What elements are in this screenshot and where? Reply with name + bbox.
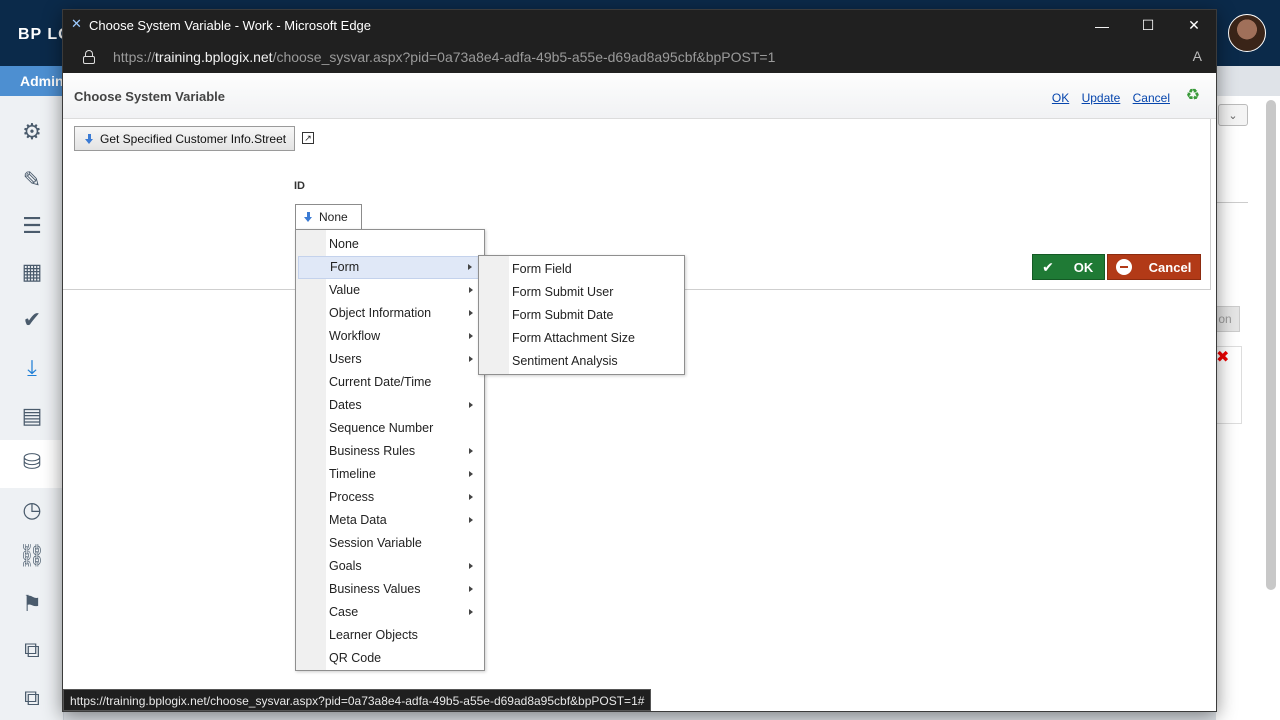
page-scrollbar[interactable] (1266, 100, 1276, 590)
dashboard-icon[interactable]: ◷ (14, 492, 50, 528)
open-external-icon[interactable]: ↗ (302, 132, 314, 144)
ok-link[interactable]: OK (1052, 91, 1069, 105)
submenu-item-form-submit-user[interactable]: Form Submit User (479, 281, 684, 304)
menu-item-process[interactable]: Process (296, 486, 484, 509)
menu-item-object-information[interactable]: Object Information (296, 302, 484, 325)
submenu-arrow-icon (469, 356, 473, 362)
refresh-icon[interactable]: ♻ (1186, 85, 1200, 105)
menu-item-qr-code[interactable]: QR Code (296, 647, 484, 670)
dialog-header: Choose System Variable OK Update Cancel … (63, 73, 1216, 119)
menu-item-sequence-number[interactable]: Sequence Number (296, 417, 484, 440)
url-text[interactable]: https://training.bplogix.net/choose_sysv… (113, 49, 775, 65)
down-arrow-icon (85, 133, 94, 144)
submenu-arrow-icon (469, 448, 473, 454)
window-title: Choose System Variable - Work - Microsof… (89, 18, 372, 33)
edge-popup-window: ✕ Choose System Variable - Work - Micros… (62, 9, 1217, 712)
system-variable-menu: None Form Value Object Information Workf… (295, 229, 485, 671)
menu-item-none[interactable]: None (296, 233, 484, 256)
update-link[interactable]: Update (1082, 91, 1121, 105)
id-dropdown-value: None (319, 210, 348, 224)
id-label: ID (294, 180, 305, 192)
submenu-arrow-icon (469, 310, 473, 316)
admin-tab-label: Admin (20, 73, 64, 89)
submenu-arrow-icon (469, 287, 473, 293)
import-icon[interactable]: ⤓ (14, 350, 50, 386)
menu-item-session-variable[interactable]: Session Variable (296, 532, 484, 555)
submenu-arrow-icon (469, 563, 473, 569)
submenu-arrow-icon (469, 586, 473, 592)
close-button[interactable]: ✕ (1171, 10, 1217, 41)
cancel-button-label: Cancel (1148, 259, 1192, 275)
menu-item-users[interactable]: Users (296, 348, 484, 371)
submenu-arrow-icon (469, 402, 473, 408)
id-dropdown-button[interactable]: None (295, 204, 362, 229)
cancel-link[interactable]: Cancel (1133, 91, 1170, 105)
menu-item-goals[interactable]: Goals (296, 555, 484, 578)
menu-item-workflow[interactable]: Workflow (296, 325, 484, 348)
url-path: /choose_sysvar.aspx?pid=0a73a8e4-adfa-49… (272, 49, 776, 65)
submenu-item-form-attachment-size[interactable]: Form Attachment Size (479, 327, 684, 350)
table-icon[interactable]: ▦ (14, 254, 50, 290)
read-aloud-icon[interactable]: A (1193, 48, 1202, 64)
background-divider (1216, 202, 1248, 203)
link-icon[interactable]: ⛓ (14, 538, 50, 574)
window-titlebar: ✕ Choose System Variable - Work - Micros… (63, 10, 1216, 41)
down-arrow-icon (304, 212, 313, 222)
menu-item-business-values[interactable]: Business Values (296, 578, 484, 601)
submenu-arrow-icon (469, 517, 473, 523)
menu-item-meta-data[interactable]: Meta Data (296, 509, 484, 532)
submenu-arrow-icon (469, 494, 473, 500)
url-host: training.bplogix.net (155, 49, 273, 65)
delete-icon[interactable]: ✖ (1216, 347, 1229, 367)
submenu-arrow-icon (469, 471, 473, 477)
menu-item-value[interactable]: Value (296, 279, 484, 302)
menu-item-business-rules[interactable]: Business Rules (296, 440, 484, 463)
flag-icon[interactable]: ⚑ (14, 586, 50, 622)
dialog-title: Choose System Variable (74, 89, 226, 104)
edge-icon: ✕ (71, 16, 82, 31)
menu-item-dates[interactable]: Dates (296, 394, 484, 417)
minus-circle-icon (1116, 259, 1132, 275)
menu-item-form[interactable]: Form (298, 256, 482, 279)
background-select[interactable]: ⌄ (1218, 104, 1248, 126)
minimize-button[interactable]: — (1079, 10, 1125, 41)
ok-button-label: OK (1073, 259, 1094, 275)
menu-item-case[interactable]: Case (296, 601, 484, 624)
maximize-button[interactable]: ☐ (1125, 10, 1171, 41)
submenu-item-sentiment-analysis[interactable]: Sentiment Analysis (479, 350, 684, 373)
gears-icon[interactable]: ⚙ (14, 114, 50, 150)
database-icon[interactable]: ⛁ (14, 444, 50, 480)
ok-button[interactable]: ✔ OK (1032, 254, 1105, 280)
menu-item-learner-objects[interactable]: Learner Objects (296, 624, 484, 647)
copy-icon[interactable]: ⧉ (14, 632, 50, 668)
document-list-icon[interactable]: ▤ (14, 398, 50, 434)
dialog-header-links: OK Update Cancel (1043, 91, 1170, 105)
address-bar[interactable]: https://training.bplogix.net/choose_sysv… (63, 41, 1216, 73)
submenu-item-form-field[interactable]: Form Field (479, 258, 684, 281)
list-icon[interactable]: ☰ (14, 208, 50, 244)
edit-icon[interactable]: ✎ (14, 162, 50, 198)
submenu-arrow-icon (468, 264, 472, 270)
lock-icon[interactable] (83, 50, 95, 64)
variable-path-button[interactable]: Get Specified Customer Info.Street (74, 126, 295, 151)
cancel-button[interactable]: Cancel (1107, 254, 1201, 280)
layers-icon[interactable]: ⧉ (14, 680, 50, 716)
user-avatar[interactable] (1228, 14, 1266, 52)
menu-item-current-date-time[interactable]: Current Date/Time (296, 371, 484, 394)
variable-path-label: Get Specified Customer Info.Street (100, 131, 287, 146)
submenu-arrow-icon (469, 333, 473, 339)
form-submenu: Form Field Form Submit User Form Submit … (478, 255, 685, 375)
check-icon: ✔ (1042, 258, 1054, 275)
status-bar-url: https://training.bplogix.net/choose_sysv… (63, 689, 652, 711)
check-icon[interactable]: ✔ (14, 302, 50, 338)
submenu-item-form-submit-date[interactable]: Form Submit Date (479, 304, 684, 327)
submenu-arrow-icon (469, 609, 473, 615)
menu-item-timeline[interactable]: Timeline (296, 463, 484, 486)
